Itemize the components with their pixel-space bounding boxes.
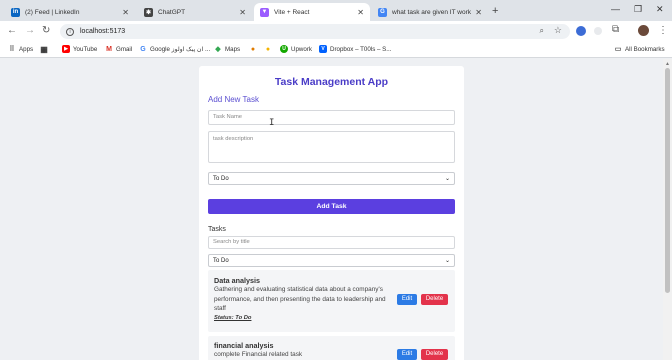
task-description-textarea[interactable]: task description — [208, 131, 455, 163]
tab-google-search[interactable]: G what task are given IT work ev... ✕ — [372, 3, 488, 21]
bookmark-maps[interactable]: ◆ Maps — [214, 45, 241, 54]
bookmark-gmail[interactable]: M Gmail — [105, 45, 132, 53]
bookmark-icon-2: ● — [265, 45, 271, 53]
edit-button[interactable]: Edit — [397, 294, 417, 305]
bookmark-upwork[interactable]: U Upwork — [280, 45, 312, 53]
tab-strip: in (2) Feed | LinkedIn ✕ ✱ ChatGPT ✕ ▼ V… — [0, 0, 672, 21]
vite-icon: ▼ — [260, 7, 269, 17]
task-name-input[interactable]: Task Name — [208, 110, 455, 125]
scrollbar-thumb[interactable] — [665, 68, 670, 293]
gmail-icon: M — [106, 45, 112, 53]
tab-title: ChatGPT — [158, 8, 186, 16]
page-viewport: Task Management App Add New Task Task Na… — [0, 59, 663, 360]
bookmark-apps[interactable]: ⠿ Apps — [8, 45, 34, 54]
bookmark-label: Gmail — [116, 45, 133, 53]
menu-kebab-icon[interactable]: ⋮ — [658, 25, 668, 36]
apps-grid-icon: ⠿ — [9, 46, 15, 53]
tab-title: (2) Feed | LinkedIn — [25, 8, 80, 16]
bookmark-label: Upwork — [291, 45, 312, 53]
upwork-icon: U — [280, 45, 288, 53]
tab-title: Vite + React — [274, 8, 310, 16]
bookmark-label: Apps — [19, 45, 34, 53]
bookmark-grid[interactable]: ▦ — [40, 44, 51, 54]
search-input[interactable]: Search by title — [208, 236, 455, 249]
tab-linkedin[interactable]: in (2) Feed | LinkedIn ✕ — [5, 3, 135, 21]
task-title: financial analysis — [214, 341, 274, 350]
address-bar[interactable]: i localhost:5173 ⌕ ☆ — [60, 24, 570, 39]
extensions-puzzle-icon[interactable]: ⧉ — [612, 24, 619, 35]
minimize-icon[interactable]: — — [611, 4, 620, 14]
linkedin-icon: in — [11, 7, 20, 17]
bookmark-label: Dropbox – T00ls – S... — [330, 45, 392, 53]
scroll-up-arrow-icon[interactable]: ▲ — [665, 61, 670, 67]
site-info-icon[interactable]: i — [66, 27, 74, 36]
back-icon[interactable]: ← — [7, 25, 17, 36]
bookmark-google[interactable]: G Google ان پیک اولوز ... — [139, 45, 210, 53]
tab-chatgpt[interactable]: ✱ ChatGPT ✕ — [138, 3, 252, 21]
task-app-card: Task Management App Add New Task Task Na… — [199, 66, 464, 360]
folder-icon: ▭ — [614, 46, 622, 53]
add-task-heading: Add New Task — [208, 95, 259, 104]
filter-select[interactable]: To Do ⌄ — [208, 254, 455, 267]
bookmark-label: Maps — [225, 45, 241, 53]
bookmark-icon-1: ● — [250, 45, 256, 53]
delete-button[interactable]: Delete — [421, 349, 448, 360]
status-select[interactable]: To Do ⌄ — [208, 172, 455, 185]
tasks-heading: Tasks — [208, 226, 226, 233]
edit-button[interactable]: Edit — [397, 349, 417, 360]
close-icon[interactable]: ✕ — [475, 8, 482, 17]
bookmark-item[interactable]: ● — [249, 45, 260, 53]
task-item: Data analysis Gathering and evaluating s… — [208, 270, 455, 332]
avatar[interactable] — [638, 25, 649, 36]
delete-button[interactable]: Delete — [421, 294, 448, 305]
extension-puzzle-placeholder-icon[interactable] — [594, 27, 602, 35]
filter-select-value: To Do — [213, 258, 229, 264]
dropbox-icon: V — [319, 45, 327, 53]
youtube-icon: ▶ — [62, 45, 70, 53]
app-title: Task Management App — [274, 76, 389, 88]
all-bookmarks-label: All Bookmarks — [625, 45, 665, 53]
maps-pin-icon: ◆ — [215, 46, 221, 53]
close-icon[interactable]: ✕ — [122, 8, 129, 17]
task-description: Gathering and evaluating statistical dat… — [214, 286, 386, 312]
task-item: financial analysis complete Financial re… — [208, 336, 455, 360]
bookmark-item[interactable]: ● — [264, 45, 275, 53]
forward-icon[interactable]: → — [25, 25, 35, 36]
bookmark-star-icon[interactable]: ☆ — [554, 25, 562, 36]
google-icon: G — [378, 7, 387, 17]
add-task-button[interactable]: Add Task — [208, 199, 455, 214]
bookmarks-bar: ⠿ Apps ▦ ▶ YouTube M Gmail G Google ان پ… — [0, 42, 672, 58]
task-description: complete Financial related task — [214, 351, 303, 358]
task-status: Status: To Do — [214, 315, 252, 321]
chevron-down-icon: ⌄ — [444, 258, 450, 264]
bookmark-label: Google ان پیک اولوز ... — [150, 45, 211, 53]
url-text: localhost:5173 — [80, 28, 126, 35]
tab-title: what task are given IT work ev... — [392, 8, 471, 16]
reload-icon[interactable]: ↻ — [42, 25, 50, 36]
tab-vite-react[interactable]: ▼ Vite + React ✕ — [254, 3, 370, 21]
grid-icon: ▦ — [40, 44, 48, 54]
bookmark-dropbox[interactable]: V Dropbox – T00ls – S... — [319, 45, 391, 53]
google-icon: G — [140, 45, 146, 53]
window-close-icon[interactable]: ✕ — [656, 4, 664, 15]
extension-icon[interactable] — [576, 26, 586, 36]
text-cursor-icon: I — [269, 118, 275, 128]
new-tab-button[interactable]: + — [492, 5, 498, 17]
close-icon[interactable]: ✕ — [357, 8, 364, 17]
task-title: Data analysis — [214, 276, 260, 285]
chevron-down-icon: ⌄ — [444, 176, 450, 182]
all-bookmarks[interactable]: ▭ All Bookmarks — [614, 45, 665, 54]
bookmark-youtube[interactable]: ▶ YouTube — [62, 45, 97, 53]
status-select-value: To Do — [213, 176, 229, 182]
chatgpt-icon: ✱ — [144, 7, 153, 17]
zoom-icon[interactable]: ⌕ — [540, 26, 544, 36]
restore-icon[interactable]: ❐ — [634, 4, 642, 15]
bookmark-label: YouTube — [73, 45, 98, 53]
close-icon[interactable]: ✕ — [239, 8, 246, 17]
browser-toolbar: ← → ↻ i localhost:5173 ⌕ ☆ ⧉ ⋮ — [0, 21, 672, 42]
